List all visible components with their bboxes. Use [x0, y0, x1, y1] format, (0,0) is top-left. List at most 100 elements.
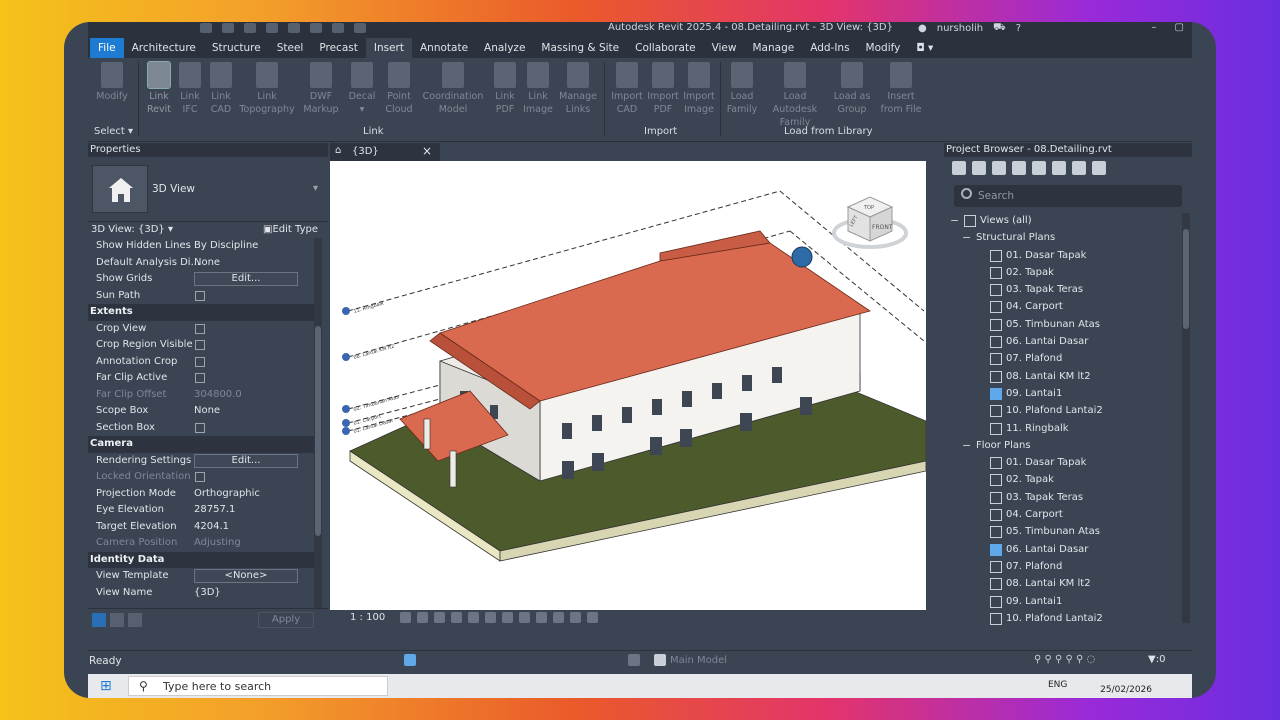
tree-view-item[interactable]: 04. Carport [944, 507, 1180, 524]
view-cube[interactable]: TOP LEFT FRONT [832, 196, 908, 249]
link-icon[interactable] [1092, 161, 1106, 175]
property-button[interactable]: <None> [194, 569, 298, 583]
help-icon[interactable]: ? [1016, 23, 1021, 34]
property-value[interactable]: Orthographic [194, 488, 260, 499]
collapse-icon[interactable]: − [950, 214, 959, 227]
section-icon[interactable] [992, 161, 1006, 175]
windows-start-icon[interactable]: ⊞ [100, 678, 112, 694]
tree-view-item[interactable]: 08. Lantai KM lt2 [944, 576, 1180, 593]
active-model[interactable]: Main Model [670, 655, 727, 666]
crop-view-icon[interactable] [485, 612, 496, 623]
coordination-model-button[interactable]: Coordination Model [420, 62, 486, 116]
tab-massing-site[interactable]: Massing & Site [533, 38, 627, 58]
tree-view-item[interactable]: 07. Plafond [944, 559, 1180, 576]
save-icon[interactable] [222, 23, 234, 33]
load-as-group-button[interactable]: Load as Group [832, 62, 872, 116]
link-ifc-button[interactable]: Link IFC [176, 62, 204, 116]
tree-root-views[interactable]: − Views (all) [944, 213, 1180, 230]
property-checkbox[interactable] [195, 373, 205, 383]
analytical-model-icon[interactable] [570, 612, 581, 623]
family-icon[interactable] [1052, 161, 1066, 175]
tree-floor-plans[interactable]: − Floor Plans [944, 438, 1180, 455]
sort-az-icon[interactable] [110, 613, 124, 627]
view-vertical-scrollbar[interactable] [926, 161, 938, 610]
open-icon[interactable] [200, 23, 212, 33]
view-tab[interactable]: ⌂ {3D} × [330, 143, 440, 161]
categorized-icon[interactable] [92, 613, 106, 627]
property-checkbox[interactable] [195, 422, 205, 433]
user-name[interactable]: nursholih [937, 23, 983, 34]
tab-analyze[interactable]: Analyze [476, 38, 533, 58]
detail-level-icon[interactable] [400, 612, 411, 623]
link-pdf-button[interactable]: Link PDF [492, 62, 518, 116]
link-topography-button[interactable]: Link Topography [238, 62, 296, 116]
section-label[interactable]: Identity Data [90, 554, 164, 565]
schedule-icon[interactable] [1012, 161, 1026, 175]
import-cad-button[interactable]: Import CAD [610, 62, 644, 116]
load-family-button[interactable]: Load Family [724, 62, 760, 116]
render-icon[interactable] [468, 612, 479, 623]
temp-hide-icon[interactable] [536, 612, 547, 623]
tab-collaborate[interactable]: Collaborate [627, 38, 703, 58]
property-value[interactable]: {3D} [194, 587, 221, 598]
browser-scroll-thumb[interactable] [1183, 229, 1189, 329]
tab-architecture[interactable]: Architecture [124, 38, 204, 58]
browser-search-input[interactable]: Search [954, 185, 1182, 207]
property-checkbox[interactable] [195, 290, 205, 301]
tree-view-item[interactable]: 11. Ringbalk [944, 421, 1180, 438]
property-value[interactable]: 28757.1 [194, 504, 235, 515]
3d-icon[interactable] [972, 161, 986, 175]
tree-view-item[interactable]: 03. Tapak Teras [944, 282, 1180, 299]
tree-view-item[interactable]: 01. Dasar Tapak [944, 455, 1180, 472]
editable-icon[interactable] [654, 654, 666, 666]
apply-button[interactable]: Apply [258, 612, 314, 628]
close-icon[interactable]: × [422, 144, 432, 158]
sun-path-icon[interactable] [434, 612, 445, 623]
tree-view-item[interactable]: 09. Lantai1 [944, 594, 1180, 611]
property-value[interactable]: None [194, 257, 220, 268]
undo-icon[interactable] [244, 23, 256, 33]
tab-file[interactable]: File [90, 38, 124, 58]
language-indicator[interactable]: ENG [1048, 680, 1067, 690]
selection-filters-icon[interactable]: ⚲ ⚲ ⚲ ⚲ ⚲ ◌ [1034, 654, 1095, 665]
manage-links-button[interactable]: Manage Links [558, 62, 598, 116]
tree-view-item[interactable]: 10. Plafond Lantai2 [944, 403, 1180, 420]
tab-add-ins[interactable]: Add-Ins [802, 38, 857, 58]
workset-icon[interactable] [404, 654, 416, 666]
tree-view-item[interactable]: 02. Tapak [944, 265, 1180, 282]
select-dropdown[interactable]: Select ▾ [94, 126, 133, 137]
property-checkbox[interactable] [195, 323, 205, 334]
tab-annotate[interactable]: Annotate [412, 38, 476, 58]
tab-precast[interactable]: Precast [311, 38, 366, 58]
reveal-hidden-icon[interactable] [553, 612, 564, 623]
dwf-markup-button[interactable]: DWF Markup [300, 62, 342, 116]
tab-view[interactable]: View [704, 38, 745, 58]
tree-view-item[interactable]: 09. Lantai1 [944, 386, 1180, 403]
tab-insert[interactable]: Insert [365, 38, 412, 58]
property-button[interactable]: Edit... [194, 453, 298, 468]
view-scale[interactable]: 1 : 100 [350, 612, 385, 623]
tab-manage[interactable]: Manage [744, 38, 802, 58]
tree-view-item[interactable]: 08. Lantai KM lt2 [944, 369, 1180, 386]
filter-icon[interactable]: ▼:0 [1148, 654, 1165, 665]
show-crop-icon[interactable] [502, 612, 513, 623]
tree-view-item[interactable]: 01. Dasar Tapak [944, 248, 1180, 265]
collapse-icon[interactable]: − [962, 231, 971, 244]
minimize-icon[interactable]: – [1152, 22, 1157, 33]
import-image-button[interactable]: Import Image [682, 62, 716, 116]
visual-style-icon[interactable] [417, 612, 428, 623]
tree-structural-plans[interactable]: − Structural Plans [944, 230, 1180, 247]
text-icon[interactable] [332, 23, 344, 33]
link-revit-button[interactable]: Link Revit [144, 61, 174, 116]
chevron-down-icon[interactable]: ▾ [313, 183, 318, 194]
lock-view-icon[interactable] [519, 612, 530, 623]
property-value[interactable]: By Discipline [194, 240, 258, 251]
tree-view-item[interactable]: 03. Tapak Teras [944, 490, 1180, 507]
edit-type-button[interactable]: ▣Edit Type [263, 224, 318, 235]
group-icon[interactable] [1072, 161, 1086, 175]
tree-view-item[interactable]: 10. Plafond Lantai2 [944, 611, 1180, 628]
maximize-icon[interactable]: ▢ [1175, 22, 1184, 33]
property-value[interactable]: None [194, 405, 220, 416]
property-checkbox[interactable] [195, 340, 205, 350]
tree-view-item[interactable]: 06. Lantai Dasar [944, 542, 1180, 559]
